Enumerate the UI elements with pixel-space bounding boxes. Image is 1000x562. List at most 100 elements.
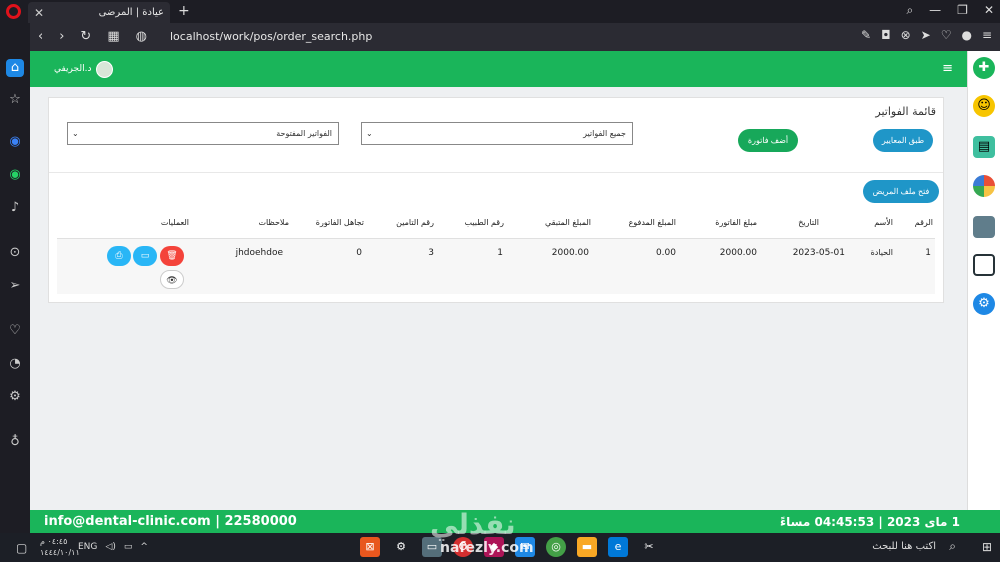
volume-icon[interactable]: ◁) bbox=[105, 542, 115, 552]
settings-icon[interactable]: ⚙ bbox=[391, 537, 411, 557]
minimize-icon[interactable]: — bbox=[929, 3, 941, 18]
select-value: جميع الفواتير bbox=[583, 129, 626, 138]
star-icon[interactable]: ☆ bbox=[6, 91, 24, 109]
browser-tab-bar: ✕ عيادة | المرضى + ⌕ — ❐ ✕ bbox=[0, 0, 1000, 23]
browser-tab[interactable]: ✕ عيادة | المرضى bbox=[28, 2, 170, 23]
col-header: تجاهل الفاتورة bbox=[315, 218, 364, 227]
taskbar-search[interactable]: اكتب هنا للبحث bbox=[872, 541, 936, 552]
messenger-icon[interactable]: ◉ bbox=[6, 133, 24, 151]
open-patient-file-button[interactable]: فتح ملف المريض bbox=[863, 180, 939, 203]
payments-card-icon[interactable] bbox=[973, 216, 995, 238]
cell-date: 2023-05-01 bbox=[792, 248, 845, 258]
menu-icon[interactable]: ≡ bbox=[982, 28, 992, 42]
history-icon[interactable]: ◔ bbox=[6, 355, 24, 373]
col-header: رقم الطبيب bbox=[464, 218, 504, 227]
invoice-filter-select[interactable]: جميع الفواتير ⌄ bbox=[361, 122, 633, 145]
footer-contact: info@dental-clinic.com | 22580000 bbox=[44, 514, 297, 529]
documents-icon[interactable]: ▤ bbox=[973, 136, 995, 158]
view-button[interactable]: 👁 bbox=[160, 270, 184, 289]
col-header: العمليات bbox=[160, 218, 189, 227]
reports-chart-icon[interactable] bbox=[973, 175, 995, 197]
cell-insurance-no: 3 bbox=[428, 248, 434, 258]
send-icon[interactable]: ➢ bbox=[6, 277, 24, 295]
send-icon[interactable]: ➤ bbox=[921, 28, 931, 42]
col-header: التاريخ bbox=[798, 218, 819, 227]
windows-start-icon[interactable]: ⊞ bbox=[982, 540, 992, 554]
folder-icon[interactable]: ▬ bbox=[577, 537, 597, 557]
table-row[interactable]: 1 الحيادة 2023-05-01 2000.00 0.00 2000.0… bbox=[57, 238, 935, 294]
cell-ignore: 0 bbox=[356, 248, 362, 258]
user-name[interactable]: د.الجريفي bbox=[54, 64, 91, 74]
app-side-nav: ✚ ☺ ▤ ⚙ bbox=[967, 51, 1000, 533]
restore-icon[interactable]: ❐ bbox=[957, 3, 968, 18]
col-header: الرقم bbox=[914, 218, 933, 227]
avatar[interactable] bbox=[96, 61, 113, 78]
select-value: الفواتير المفتوحة bbox=[276, 129, 332, 138]
language-indicator[interactable]: ENG bbox=[78, 542, 97, 552]
apply-filters-button[interactable]: طبق المعايير bbox=[873, 129, 933, 152]
col-header: مبلغ الفاتورة bbox=[715, 218, 757, 227]
close-icon[interactable]: ✕ bbox=[984, 3, 994, 18]
tiktok-icon[interactable]: ♪ bbox=[6, 199, 24, 217]
search-icon[interactable]: ⌕ bbox=[906, 3, 913, 18]
edit-icon[interactable]: ✎ bbox=[861, 28, 871, 42]
battery-icon[interactable]: ▭ bbox=[124, 542, 133, 552]
col-header: رقم التامين bbox=[396, 218, 434, 227]
invoice-status-select[interactable]: الفواتير المفتوحة ⌄ bbox=[67, 122, 339, 145]
globe-icon: ◍ bbox=[135, 29, 147, 44]
nav-buttons: ‹ › ↻ ▦ ◍ bbox=[38, 29, 147, 44]
clock-date: ١٤٤٤/١٠/١١ bbox=[40, 548, 80, 557]
taskbar-clock[interactable]: ٠٤:٤٥ م ١٤٤٤/١٠/١١ bbox=[40, 536, 80, 558]
heart-icon[interactable]: ♡ bbox=[6, 322, 24, 340]
payment-button[interactable]: ▭ bbox=[133, 246, 157, 266]
footer-datetime: 1 مای 2023 | 04:45:53 مساءً bbox=[780, 515, 960, 529]
settings-icon[interactable]: ⚙ bbox=[6, 388, 24, 406]
col-header: المبلغ المدفوع bbox=[628, 218, 676, 227]
new-tab-icon[interactable]: + bbox=[178, 3, 190, 19]
watermark-logo: نفذلي bbox=[430, 508, 516, 541]
url-field[interactable]: localhost/work/pos/order_search.php bbox=[170, 30, 372, 43]
calendar-icon[interactable] bbox=[973, 254, 995, 276]
whatsapp-icon[interactable]: ◉ bbox=[6, 166, 24, 184]
cell-amount: 2000.00 bbox=[719, 248, 757, 258]
chevron-down-icon: ⌄ bbox=[72, 129, 79, 138]
notification-icon[interactable]: ▢ bbox=[16, 541, 27, 555]
page-title: قائمة الفواتير bbox=[875, 105, 936, 118]
profile-icon[interactable]: ● bbox=[961, 28, 971, 42]
cell-doctor-no: 1 bbox=[497, 248, 503, 258]
watermark-url: nafezly.com bbox=[440, 540, 534, 556]
tray-chevron-icon[interactable]: ^ bbox=[140, 542, 148, 552]
xampp-icon[interactable]: ⊠ bbox=[360, 537, 380, 557]
reload-icon[interactable]: ↻ bbox=[80, 29, 91, 44]
address-bar-icons: ✎ ◘ ⊗ ➤ ♡ ● ≡ bbox=[861, 28, 992, 42]
settings-gear-icon[interactable]: ⚙ bbox=[973, 293, 995, 315]
adblock-icon[interactable]: ⊗ bbox=[901, 28, 911, 42]
col-header: الأسم bbox=[874, 218, 893, 227]
table-header: الرقم الأسم التاريخ مبلغ الفاتورة المبلغ… bbox=[49, 218, 943, 232]
heart-icon[interactable]: ♡ bbox=[941, 28, 952, 42]
window-controls: ⌕ — ❐ ✕ bbox=[906, 3, 994, 18]
add-invoice-button[interactable]: أضف فاتورة bbox=[738, 129, 798, 152]
print-button[interactable]: ⎙ bbox=[107, 246, 131, 266]
edge-icon[interactable]: e bbox=[608, 537, 628, 557]
delete-button[interactable]: 🗑 bbox=[160, 246, 184, 266]
back-icon[interactable]: ‹ bbox=[38, 29, 43, 44]
chrome-icon[interactable]: ◎ bbox=[546, 537, 566, 557]
home-icon[interactable]: ⌂ bbox=[6, 59, 24, 77]
snip-icon[interactable]: ✂ bbox=[639, 537, 659, 557]
player-icon[interactable]: ⊙ bbox=[6, 244, 24, 262]
app: د.الجريفي ≡ ✚ ☺ ▤ ⚙ قائمة الفواتير طبق ا… bbox=[30, 51, 1000, 533]
patients-icon[interactable]: ☺ bbox=[973, 95, 995, 117]
cell-remaining: 2000.00 bbox=[551, 248, 589, 258]
tab-close-icon[interactable]: ✕ bbox=[34, 6, 44, 20]
forward-icon[interactable]: › bbox=[59, 29, 64, 44]
clinic-logo-icon[interactable]: ✚ bbox=[973, 57, 995, 79]
browser-sidebar: ⌂ ☆ ◉ ◉ ♪ ⊙ ➢ ♡ ◔ ⚙ ♁ bbox=[0, 23, 30, 533]
camera-icon[interactable]: ◘ bbox=[881, 28, 891, 42]
divider bbox=[49, 172, 943, 173]
opera-logo-icon[interactable] bbox=[6, 4, 21, 19]
bulb-icon[interactable]: ♁ bbox=[6, 433, 24, 451]
hamburger-menu-icon[interactable]: ≡ bbox=[942, 61, 953, 76]
tabs-grid-icon[interactable]: ▦ bbox=[107, 29, 119, 44]
search-icon[interactable]: ⌕ bbox=[949, 539, 956, 554]
